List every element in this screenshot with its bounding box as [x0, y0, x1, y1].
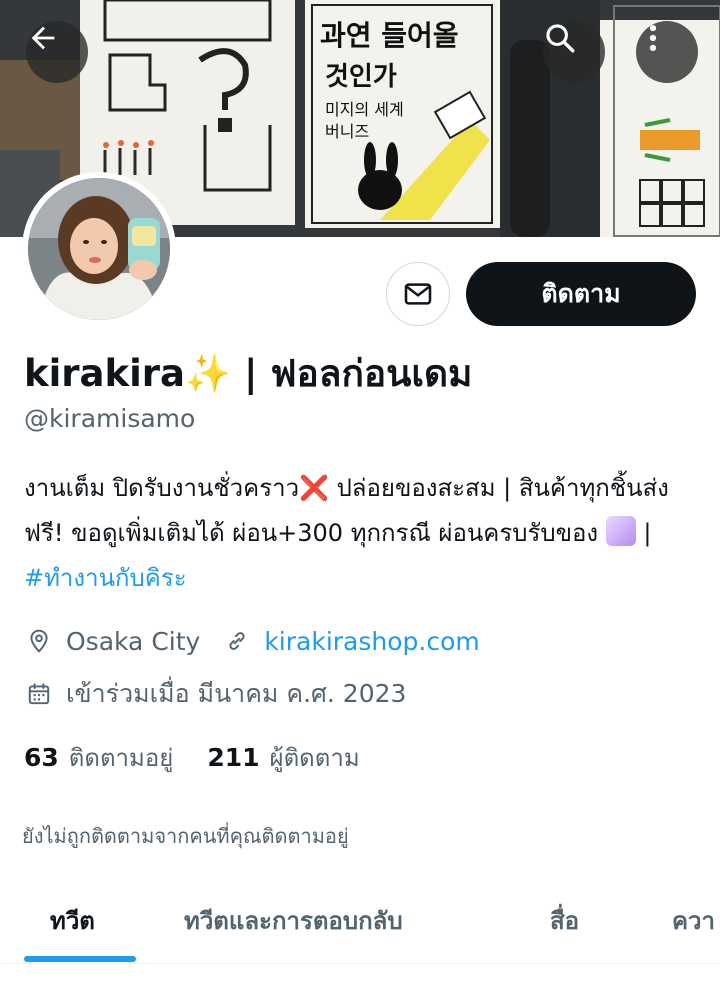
- more-options-button[interactable]: [636, 21, 698, 83]
- joined-date: เข้าร่วมเมื่อ มีนาคม ค.ศ. 2023: [66, 679, 407, 708]
- svg-text:미지의 세계: 미지의 세계: [325, 100, 404, 119]
- svg-text:과연 들어올: 과연 들어올: [320, 19, 459, 52]
- search-button[interactable]: [543, 21, 605, 83]
- bio-hashtag-link[interactable]: #ทำงานกับคิระ: [24, 564, 187, 592]
- svg-text:버니즈: 버니즈: [325, 122, 369, 141]
- website-link[interactable]: kirakirashop.com: [264, 627, 479, 656]
- message-button[interactable]: [386, 262, 450, 326]
- bio-text: งานเต็ม ปิดรับงานชั่วคราว❌ ปล่อยของสะสม …: [24, 474, 669, 547]
- tab-tweets-and-replies[interactable]: ทวีตและการตอบกลับ: [184, 877, 403, 964]
- tab-likes[interactable]: ควา: [672, 877, 715, 964]
- joined-row: เข้าร่วมเมื่อ มีนาคม ค.ศ. 2023: [24, 676, 406, 712]
- followers-label[interactable]: ผู้ติดตาม: [270, 738, 360, 777]
- followers-count[interactable]: 211: [207, 743, 259, 772]
- following-count[interactable]: 63: [24, 743, 59, 772]
- bio-separator: |: [635, 519, 652, 547]
- back-button[interactable]: [26, 21, 88, 83]
- arrow-left-icon: [31, 26, 55, 50]
- calendar-icon: [24, 679, 54, 709]
- active-tab-indicator: [24, 956, 136, 962]
- user-handle: @kiramisamo: [24, 404, 196, 433]
- tab-tweets[interactable]: ทวีต: [50, 877, 95, 964]
- profile-tabs: ทวีต ทวีตและการตอบกลับ สื่อ ควา: [0, 877, 720, 964]
- not-followed-by-text: ยังไม่ถูกติดตามจากคนที่คุณติดตามอยู่: [22, 824, 349, 848]
- location-text: Osaka City: [66, 626, 201, 656]
- bio: งานเต็ม ปิดรับงานชั่วคราว❌ ปล่อยของสะสม …: [24, 466, 704, 601]
- svg-text:것인가: 것인가: [325, 62, 397, 92]
- following-label[interactable]: ติดตามอยู่: [69, 738, 174, 777]
- location-pin-icon: [24, 626, 54, 656]
- display-name: kirakira✨ | ฟอลก่อนเดม: [24, 352, 473, 395]
- link-icon: [222, 626, 252, 656]
- location-website-row: Osaka City kirakirashop.com: [24, 623, 480, 659]
- follow-stats: 63 ติดตามอยู่ 211 ผู้ติดตาม: [24, 738, 394, 777]
- follow-button[interactable]: ติดตาม: [466, 262, 696, 326]
- tab-media[interactable]: สื่อ: [550, 877, 579, 964]
- purple-heart-emoji-icon: [605, 516, 636, 546]
- avatar-image: [28, 178, 170, 320]
- envelope-icon: [404, 283, 432, 305]
- more-vertical-icon: [649, 24, 657, 52]
- search-icon: [546, 24, 575, 53]
- avatar[interactable]: [22, 172, 176, 326]
